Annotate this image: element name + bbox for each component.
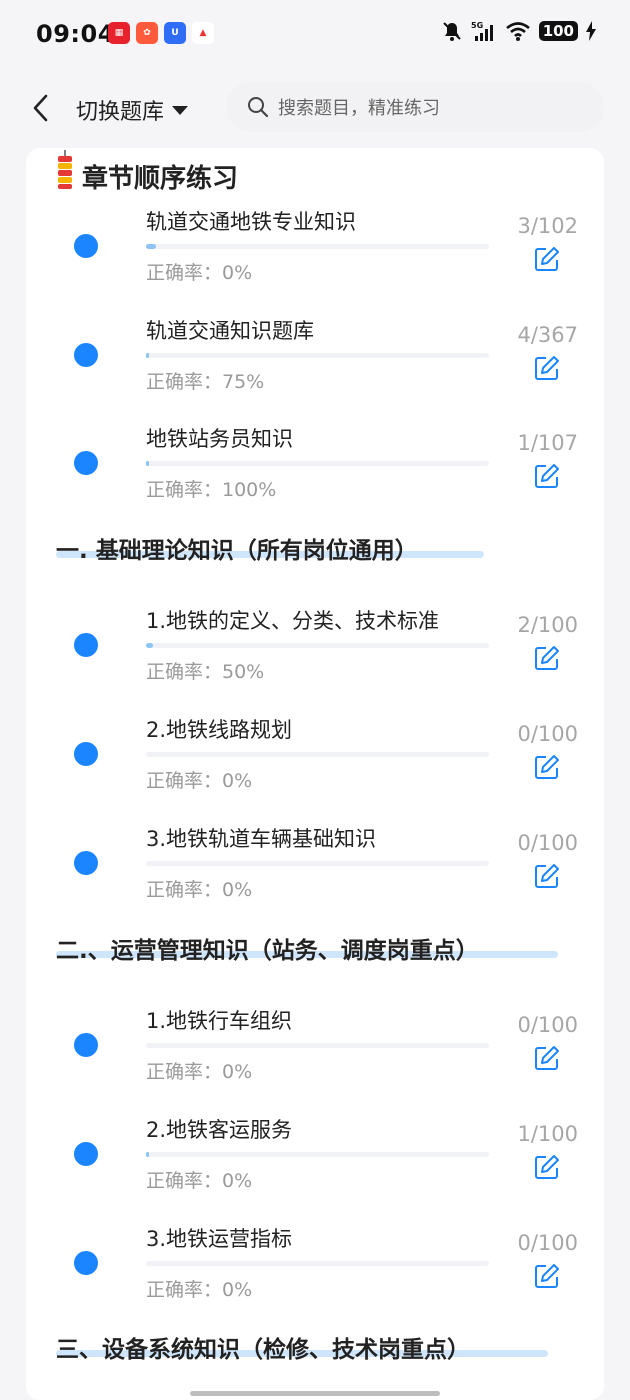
section-title: 一. 基础理论知识（所有岗位通用） [56,538,418,564]
status-indicators: 5G 100 [441,20,596,42]
edit-icon[interactable] [534,1154,560,1180]
progress-bar [146,461,489,466]
progress-count: 1/107 [517,431,578,455]
list-item[interactable]: 2.地铁线路规划 正确率：0% 0/100 [26,714,604,814]
progress-bar [146,1261,489,1266]
bullet-dot-icon [74,851,98,875]
list-item[interactable]: 1.地铁的定义、分类、技术标准 正确率：50% 2/100 [26,605,604,705]
list-item[interactable]: 1.地铁行车组织 正确率：0% 0/100 [26,1005,604,1105]
list-item[interactable]: 3.地铁轨道车辆基础知识 正确率：0% 0/100 [26,823,604,923]
app-notification-icon: ✿ [136,22,158,44]
progress-bar [146,861,489,866]
notification-icons: ▦ ✿ U ▲ [108,22,214,44]
app-notification-icon: U [164,22,186,44]
progress-count: 3/102 [517,214,578,238]
progress-bar [146,244,489,249]
app-notification-icon: ▦ [108,22,130,44]
item-title: 2.地铁线路规划 [146,718,293,742]
edit-icon[interactable] [534,463,560,489]
progress-fill [146,244,157,249]
edit-icon[interactable] [534,863,560,889]
svg-text:5G: 5G [471,21,483,30]
progress-count: 0/100 [517,722,578,746]
bullet-dot-icon [74,1142,98,1166]
item-title: 1.地铁的定义、分类、技术标准 [146,609,440,633]
progress-bar [146,752,489,757]
firecracker-icon [58,150,72,189]
chapter-practice-title: 章节顺序练习 [82,164,239,194]
progress-bar [146,353,489,358]
section-title: 三、设备系统知识（检修、技术岗重点） [56,1337,470,1363]
charging-icon [586,21,596,41]
section-title: 二.、运营管理知识（站务、调度岗重点） [56,938,479,964]
accuracy-rate: 正确率：0% [146,1061,253,1083]
item-title: 轨道交通地铁专业知识 [146,210,356,234]
progress-bar [146,643,489,648]
item-title: 轨道交通知识题库 [146,319,314,343]
accuracy-rate: 正确率：0% [146,770,253,792]
status-time: 09:04 [36,20,115,48]
top-nav: 切换题库 搜索题目，精准练习 [0,80,630,140]
mute-bell-icon [442,22,461,41]
edit-icon[interactable] [534,754,560,780]
item-title: 2.地铁客运服务 [146,1118,293,1142]
edit-icon[interactable] [534,246,560,272]
bullet-dot-icon [74,451,98,475]
caret-down-icon [172,105,189,115]
progress-fill [146,1152,150,1157]
list-item[interactable]: 轨道交通地铁专业知识 正确率：0% 3/102 [26,206,604,306]
list-item[interactable]: 2.地铁客运服务 正确率：0% 1/100 [26,1114,604,1214]
wifi-icon [505,22,530,41]
progress-count: 4/367 [517,323,578,347]
progress-bar [146,1152,489,1157]
progress-fill [146,643,153,648]
accuracy-rate: 正确率：75% [146,371,265,393]
accuracy-rate: 正确率：50% [146,661,265,683]
accuracy-rate: 正确率：100% [146,479,277,501]
switch-bank-button[interactable]: 切换题库 [76,94,189,126]
list-item[interactable]: 3.地铁运营指标 正确率：0% 0/100 [26,1223,604,1323]
bullet-dot-icon [74,1033,98,1057]
search-input[interactable]: 搜索题目，精准练习 [226,82,604,132]
progress-count: 0/100 [517,831,578,855]
progress-count: 1/100 [517,1122,578,1146]
accuracy-rate: 正确率：0% [146,879,253,901]
search-icon [248,97,269,118]
back-arrow-icon[interactable] [28,90,58,126]
list-item[interactable]: 地铁站务员知识 正确率：100% 1/107 [26,423,604,523]
edit-icon[interactable] [534,645,560,671]
edit-icon[interactable] [534,1045,560,1071]
item-title: 1.地铁行车组织 [146,1009,293,1033]
progress-fill [146,461,150,466]
accuracy-rate: 正确率：0% [146,1170,253,1192]
accuracy-rate: 正确率：0% [146,1279,253,1301]
list-item[interactable]: 轨道交通知识题库 正确率：75% 4/367 [26,315,604,415]
bullet-dot-icon [74,234,98,258]
progress-count: 2/100 [517,613,578,637]
item-title: 地铁站务员知识 [146,427,293,451]
signal-icon: 5G [471,21,493,41]
progress-count: 0/100 [517,1231,578,1255]
practice-card: 章节顺序练习 轨道交通地铁专业知识 正确率：0% 3/102 轨道交通知识题库 … [26,148,604,1400]
status-bar: 09:04 ▦ ✿ U ▲ 5G 100 [0,0,630,70]
progress-fill [146,353,150,358]
accuracy-rate: 正确率：0% [146,262,253,284]
bullet-dot-icon [74,343,98,367]
item-title: 3.地铁运营指标 [146,1227,293,1251]
switch-bank-label: 切换题库 [76,100,165,125]
app-notification-icon: ▲ [192,22,214,44]
progress-count: 0/100 [517,1013,578,1037]
battery-level: 100 [538,21,578,41]
edit-icon[interactable] [534,355,560,381]
progress-bar [146,1043,489,1048]
edit-icon[interactable] [534,1263,560,1289]
bullet-dot-icon [74,742,98,766]
search-placeholder: 搜索题目，精准练习 [278,98,440,119]
bullet-dot-icon [74,633,98,657]
item-title: 3.地铁轨道车辆基础知识 [146,827,377,851]
home-indicator[interactable] [190,1391,440,1396]
bullet-dot-icon [74,1251,98,1275]
